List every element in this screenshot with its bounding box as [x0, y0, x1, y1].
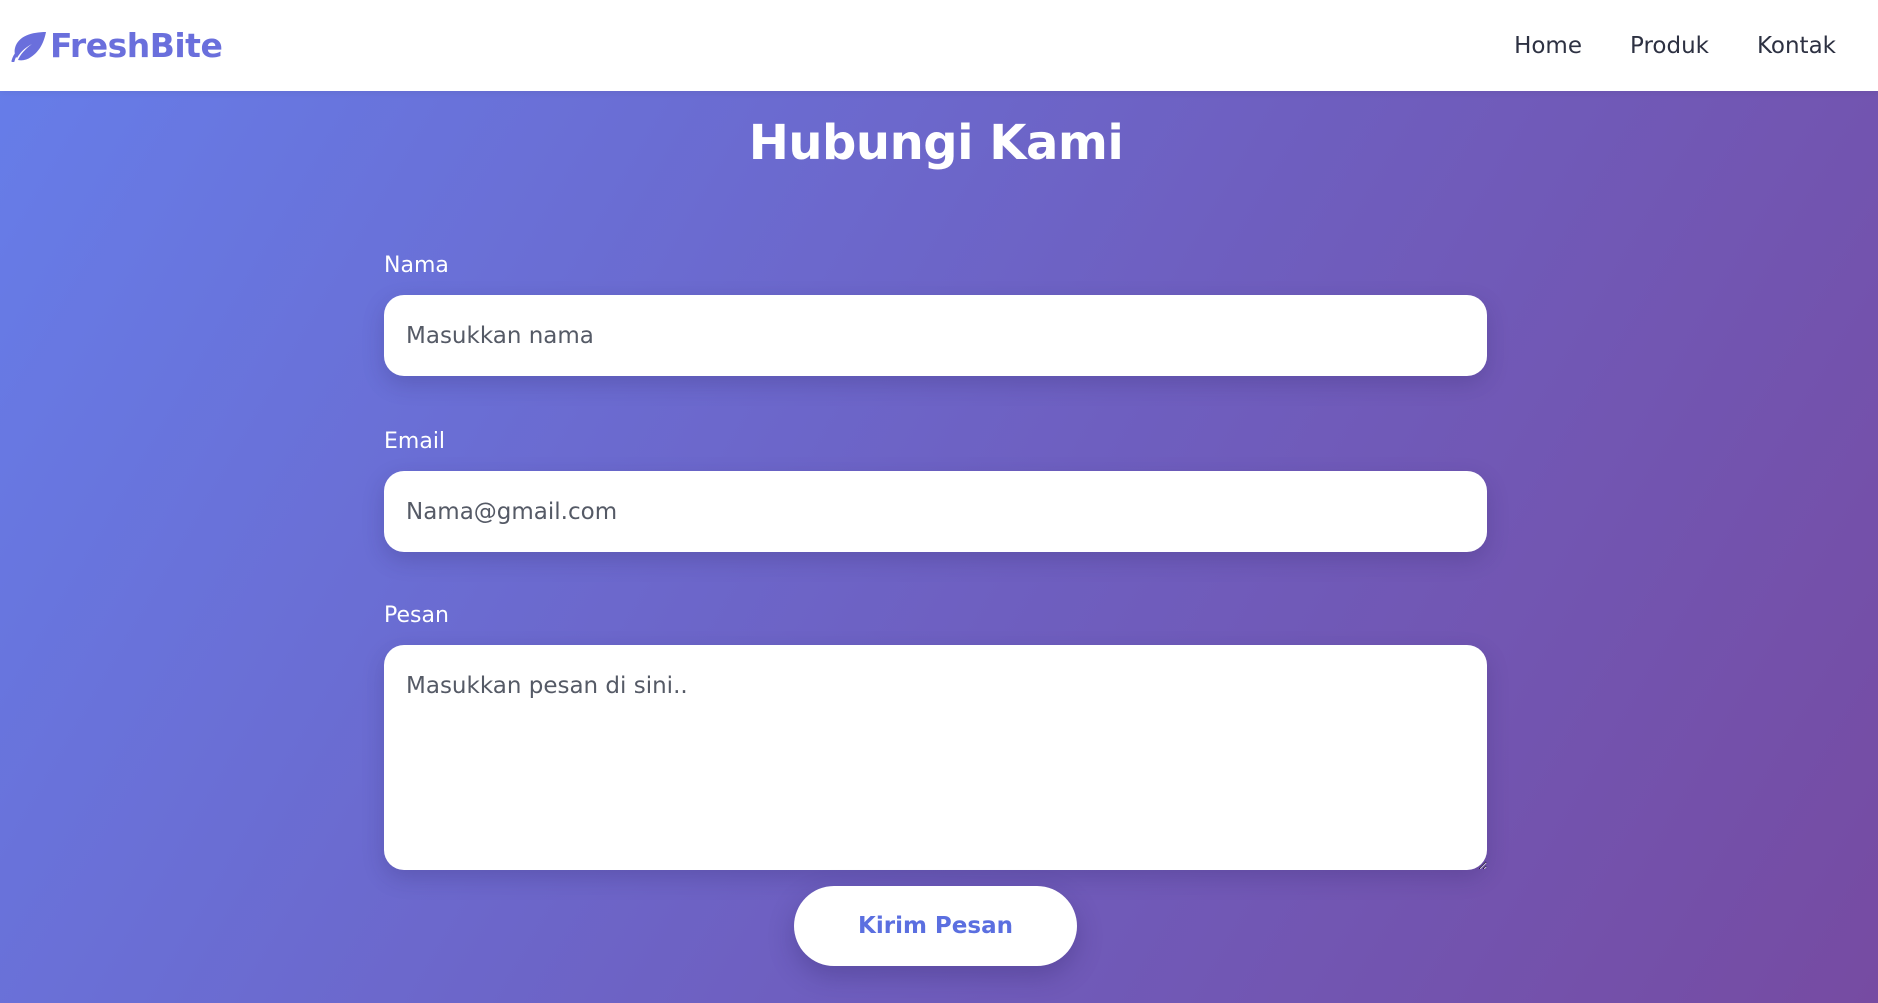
- page-title: Hubungi Kami: [748, 115, 1124, 171]
- contact-form: Nama Email Pesan: [384, 250, 1487, 870]
- name-input[interactable]: [384, 295, 1487, 376]
- message-textarea[interactable]: [384, 645, 1487, 870]
- nav-link-home[interactable]: Home: [1514, 33, 1582, 59]
- main-nav: Home Produk Kontak: [1514, 33, 1836, 59]
- contact-page: FreshBite Home Produk Kontak Hubungi Kam…: [0, 0, 1878, 1003]
- message-label: Pesan: [384, 603, 449, 628]
- brand-logo[interactable]: FreshBite: [10, 26, 223, 65]
- leaf-icon: [11, 31, 46, 62]
- submit-wrapper: Kirim Pesan: [794, 886, 1077, 966]
- brand-name: FreshBite: [50, 26, 223, 65]
- nav-link-kontak[interactable]: Kontak: [1757, 33, 1836, 59]
- navbar: FreshBite Home Produk Kontak: [0, 0, 1878, 91]
- email-input[interactable]: [384, 471, 1487, 552]
- nav-link-produk[interactable]: Produk: [1630, 33, 1709, 59]
- submit-button[interactable]: Kirim Pesan: [794, 886, 1077, 966]
- email-label: Email: [384, 429, 446, 454]
- name-label: Nama: [384, 253, 449, 278]
